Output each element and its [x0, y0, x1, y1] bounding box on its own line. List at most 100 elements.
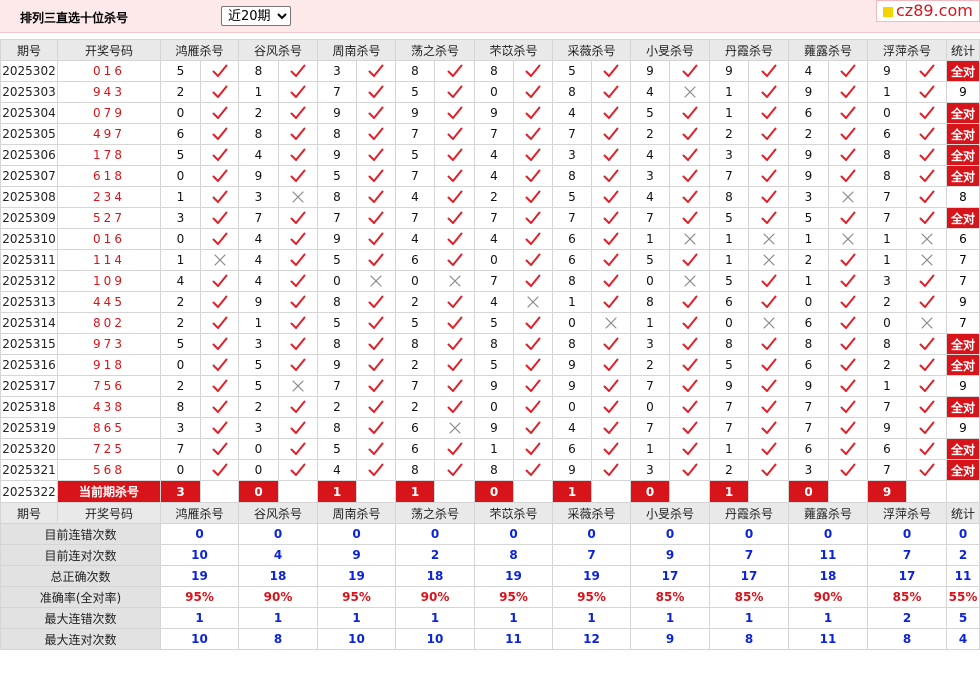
- period-select[interactable]: 近20期: [221, 6, 291, 26]
- check-icon: [919, 337, 934, 350]
- result-mark-cell: [513, 417, 553, 439]
- check-icon: [840, 211, 856, 224]
- kill-number-cell: 6: [552, 249, 592, 271]
- check-icon: [682, 169, 697, 182]
- cross-icon: [292, 380, 304, 392]
- check-icon: [290, 421, 306, 434]
- check-icon: [682, 211, 697, 224]
- result-mark-cell: [828, 354, 868, 376]
- current-kill-spacer: [748, 480, 789, 503]
- kill-number-cell: 6: [160, 123, 201, 145]
- check-icon: [525, 274, 541, 287]
- result-mark-cell: [828, 60, 868, 82]
- stat-cell: 8: [946, 186, 980, 208]
- stats-value: 7: [709, 544, 789, 566]
- result-mark-cell: [434, 438, 475, 460]
- kill-number-cell: 8: [474, 60, 514, 82]
- check-icon: [840, 421, 856, 434]
- check-icon: [290, 442, 306, 455]
- table-row: 2025309 527 3 7 7 7 7 7 7 5 5 7 全对: [0, 207, 980, 229]
- kill-number-cell: 8: [474, 459, 514, 481]
- draw-number-cell: 445: [57, 291, 161, 313]
- draw-number-cell: 234: [57, 186, 161, 208]
- cross-icon: [762, 254, 775, 266]
- kill-number-cell: 1: [709, 102, 749, 124]
- cross-icon: [920, 317, 933, 329]
- result-mark-cell: [669, 207, 710, 229]
- check-icon: [212, 442, 227, 455]
- check-icon: [603, 211, 619, 224]
- kill-number-cell: 7: [238, 207, 279, 229]
- result-mark-cell: [906, 312, 947, 334]
- check-icon: [368, 442, 384, 455]
- result-mark-cell: [669, 459, 710, 481]
- table-row: 2025304 079 0 2 9 9 9 4 5 1 6 0 全对: [0, 102, 980, 124]
- check-icon: [290, 337, 306, 350]
- check-icon: [840, 337, 856, 350]
- stats-value: 5: [946, 607, 980, 629]
- kill-number-cell: 4: [474, 165, 514, 187]
- result-mark-cell: [200, 60, 239, 82]
- check-icon: [761, 64, 776, 77]
- result-mark-cell: [669, 81, 710, 103]
- result-mark-cell: [434, 270, 475, 292]
- draw-number-cell: 943: [57, 81, 161, 103]
- result-mark-cell: [669, 60, 710, 82]
- check-icon: [603, 400, 619, 413]
- result-mark-cell: [200, 165, 239, 187]
- result-mark-cell: [513, 123, 553, 145]
- stat-cell: 全对: [946, 60, 980, 82]
- stats-value: 19: [317, 565, 396, 587]
- header-draw: 开奖号码: [57, 39, 161, 61]
- kill-number-cell: 9: [709, 375, 749, 397]
- result-mark-cell: [906, 354, 947, 376]
- result-mark-cell: [434, 417, 475, 439]
- check-icon: [525, 379, 541, 392]
- kill-number-cell: 5: [395, 144, 435, 166]
- kill-number-cell: 9: [317, 144, 357, 166]
- check-icon: [368, 337, 384, 350]
- check-icon: [840, 400, 856, 413]
- kill-number-cell: 8: [867, 144, 907, 166]
- kill-number-cell: 0: [867, 312, 907, 334]
- result-mark-cell: [356, 375, 396, 397]
- current-kill-value: 0: [630, 480, 670, 503]
- period-cell: 2025306: [0, 144, 58, 166]
- result-mark-cell: [356, 123, 396, 145]
- kill-number-cell: 7: [317, 375, 357, 397]
- draw-number-cell: 918: [57, 354, 161, 376]
- result-mark-cell: [748, 123, 789, 145]
- draw-number-cell: 109: [57, 270, 161, 292]
- kill-number-cell: 7: [474, 123, 514, 145]
- kill-number-cell: 5: [788, 207, 829, 229]
- result-mark-cell: [591, 291, 631, 313]
- result-mark-cell: [278, 144, 318, 166]
- kill-number-cell: 7: [788, 396, 829, 418]
- result-mark-cell: [591, 459, 631, 481]
- site-logo[interactable]: cz89.com: [876, 0, 980, 22]
- result-mark-cell: [669, 417, 710, 439]
- check-icon: [212, 379, 227, 392]
- kill-number-cell: 0: [474, 249, 514, 271]
- result-mark-cell: [356, 270, 396, 292]
- result-mark-cell: [669, 270, 710, 292]
- kill-number-cell: 3: [630, 459, 670, 481]
- stats-value: 1: [709, 607, 789, 629]
- check-icon: [447, 463, 462, 476]
- check-icon: [290, 169, 306, 182]
- check-icon: [212, 232, 227, 245]
- check-icon: [290, 64, 306, 77]
- stats-value: 2: [395, 544, 475, 566]
- stat-cell: 全对: [946, 354, 980, 376]
- stats-value: 1: [238, 607, 318, 629]
- result-mark-cell: [906, 459, 947, 481]
- kill-number-cell: 8: [630, 291, 670, 313]
- result-mark-cell: [748, 165, 789, 187]
- kill-number-cell: 3: [160, 417, 201, 439]
- header-expert: 丹霞杀号: [709, 502, 789, 524]
- check-icon: [290, 274, 306, 287]
- check-icon: [447, 316, 462, 329]
- result-mark-cell: [200, 333, 239, 355]
- check-icon: [525, 358, 541, 371]
- kill-number-cell: 4: [630, 81, 670, 103]
